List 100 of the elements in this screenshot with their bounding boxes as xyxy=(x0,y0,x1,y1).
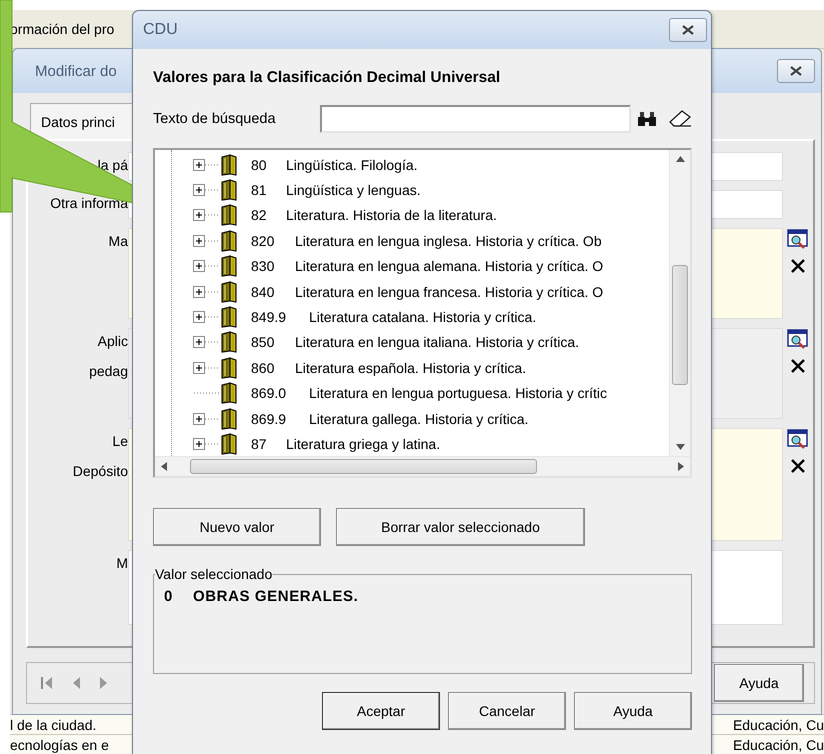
code-text: 830 xyxy=(251,258,276,274)
close-button[interactable] xyxy=(777,59,815,83)
expand-icon[interactable] xyxy=(193,209,219,222)
code-text: 840 xyxy=(251,284,276,300)
tree-item[interactable]: 82 Literatura. Historia de la literatura. xyxy=(155,202,669,228)
search-field[interactable] xyxy=(320,105,631,133)
clear-icon[interactable] xyxy=(789,257,807,275)
first-icon[interactable] xyxy=(41,676,53,690)
dialog-heading: Valores para la Clasificación Decimal Universal xyxy=(153,69,502,87)
help-button[interactable]: Ayuda xyxy=(714,664,804,702)
tab-label[interactable]: ormación del pro xyxy=(10,21,114,37)
code-text: 849.9 xyxy=(251,309,288,326)
book-icon xyxy=(221,179,237,202)
code-text: 87 xyxy=(251,436,268,452)
item-title: Literatura gallega. Historia y crítica. xyxy=(309,410,528,427)
expand-icon[interactable] xyxy=(193,184,219,196)
item-title: Literatura en lengua francesa. Historia y crítica. O xyxy=(295,284,604,300)
eraser-icon[interactable] xyxy=(668,110,692,128)
tree-item[interactable]: 80 Lingüística. Filología. xyxy=(155,152,669,178)
item-title: Lingüística y lenguas. xyxy=(286,182,421,198)
selected-code: 0 xyxy=(164,588,173,605)
magnifier-window-icon[interactable] xyxy=(787,429,809,449)
expand-icon[interactable] xyxy=(193,286,219,298)
tree-item[interactable]: 81 Lingüística y lenguas. xyxy=(155,177,669,203)
field-label: Depósito xyxy=(72,463,128,479)
item-title: Literatura española. Historia y crítica. xyxy=(295,360,526,376)
expand-icon[interactable] xyxy=(193,311,219,324)
tree-item[interactable]: 860 Literatura española. Historia y crítica. xyxy=(155,355,669,381)
close-icon xyxy=(789,65,803,77)
delete-value-button[interactable]: Borrar valor seleccionado xyxy=(336,508,585,546)
expand-icon[interactable] xyxy=(193,336,219,348)
expand-icon[interactable] xyxy=(193,158,219,171)
horizontal-scrollbar[interactable] xyxy=(155,456,690,476)
field-label: M xyxy=(116,555,128,571)
group-title: Valor seleccionado xyxy=(155,566,272,582)
book-icon xyxy=(221,408,237,430)
close-button[interactable] xyxy=(669,18,707,42)
scroll-up-icon[interactable] xyxy=(676,156,684,162)
dialog-button[interactable]: Ayuda xyxy=(574,692,692,730)
field-label: Le xyxy=(112,433,128,449)
item-title: Literatura en lengua inglesa. Historia y crítica. Ob xyxy=(295,232,602,249)
code-text: 869.0 xyxy=(251,385,288,402)
scroll-right-icon[interactable] xyxy=(678,462,684,471)
expand-icon[interactable] xyxy=(193,438,219,450)
code-text: 860 xyxy=(251,360,276,376)
tree-item[interactable]: 849.9 Literatura catalana. Historia y crítica. xyxy=(155,304,669,330)
window-title: Modificar do xyxy=(35,62,117,80)
item-title: Lingüística. Filología. xyxy=(286,156,418,173)
vertical-scrollbar[interactable] xyxy=(669,150,690,456)
tree-item[interactable]: 869.0 Literatura en lengua portuguesa. Historia y crític xyxy=(155,380,669,406)
field-label: pedag xyxy=(89,363,128,379)
code-text: 81 xyxy=(251,182,268,198)
expand-icon[interactable] xyxy=(193,260,219,272)
expand-icon[interactable] xyxy=(193,412,219,425)
tree-item[interactable]: 87 Literatura griega y latina. xyxy=(155,431,669,456)
dialog-button[interactable]: Aceptar xyxy=(322,692,440,730)
item-title: Literatura en lengua alemana. Historia y crítica. O xyxy=(295,258,604,274)
book-icon xyxy=(221,230,237,252)
field-label: Ma xyxy=(108,233,128,249)
clear-icon[interactable] xyxy=(789,357,807,375)
magnifier-window-icon[interactable] xyxy=(787,229,809,249)
book-icon xyxy=(221,306,237,328)
magnifier-window-icon[interactable] xyxy=(787,329,809,349)
book-icon xyxy=(221,331,237,354)
code-text: 820 xyxy=(251,232,276,249)
book-icon xyxy=(221,356,237,379)
clear-icon[interactable] xyxy=(789,457,807,475)
item-title: Literatura. Historia de la literatura. xyxy=(286,207,497,224)
binoculars-icon[interactable] xyxy=(636,110,658,128)
field-label: Aplic xyxy=(98,333,128,349)
item-title: Literatura en lengua italiana. Historia y crítica. xyxy=(295,334,580,350)
code-text: 80 xyxy=(251,156,268,173)
selected-value: OBRAS GENERALES. xyxy=(192,588,358,605)
tree-item[interactable]: 840 Literatura en lengua francesa. Historia y crítica. O xyxy=(155,278,669,304)
book-icon xyxy=(221,280,237,303)
tree-item[interactable]: 850 Literatura en lengua italiana. Historia y crítica. xyxy=(155,330,669,356)
code-text: 850 xyxy=(251,334,276,350)
table-cell: ecnologías en e xyxy=(10,736,109,752)
book-icon xyxy=(221,204,237,226)
table-cell: l de la ciudad. xyxy=(10,716,96,732)
field-label: Otra informa xyxy=(50,195,128,211)
scroll-down-icon[interactable] xyxy=(676,444,684,450)
search-label: Texto de búsqueda xyxy=(153,111,277,127)
book-icon xyxy=(221,432,237,455)
expand-icon[interactable] xyxy=(193,234,219,247)
tree-item[interactable]: 869.9 Literatura gallega. Historia y crítica. xyxy=(155,406,669,432)
item-title: Literatura catalana. Historia y crítica. xyxy=(309,309,536,326)
item-title: Literatura en lengua portuguesa. Historia y crític xyxy=(309,385,608,402)
scroll-left-icon[interactable] xyxy=(161,462,167,471)
close-icon xyxy=(681,24,695,36)
tree-item[interactable]: 830 Literatura en lengua alemana. Historia y crítica. O xyxy=(155,254,669,279)
table-cell: Educación, Cu xyxy=(732,716,824,732)
table-cell: Educación, Cu xyxy=(732,736,824,752)
dialog-button[interactable]: Cancelar xyxy=(448,692,566,730)
expand-icon[interactable] xyxy=(193,362,219,374)
book-icon xyxy=(221,255,237,278)
code-text: 82 xyxy=(251,207,268,224)
tree-item[interactable]: 820 Literatura en lengua inglesa. Historia y crítica. Ob xyxy=(155,228,669,254)
dialog-title: CDU xyxy=(143,21,178,39)
new-value-button[interactable]: Nuevo valor xyxy=(153,508,321,546)
